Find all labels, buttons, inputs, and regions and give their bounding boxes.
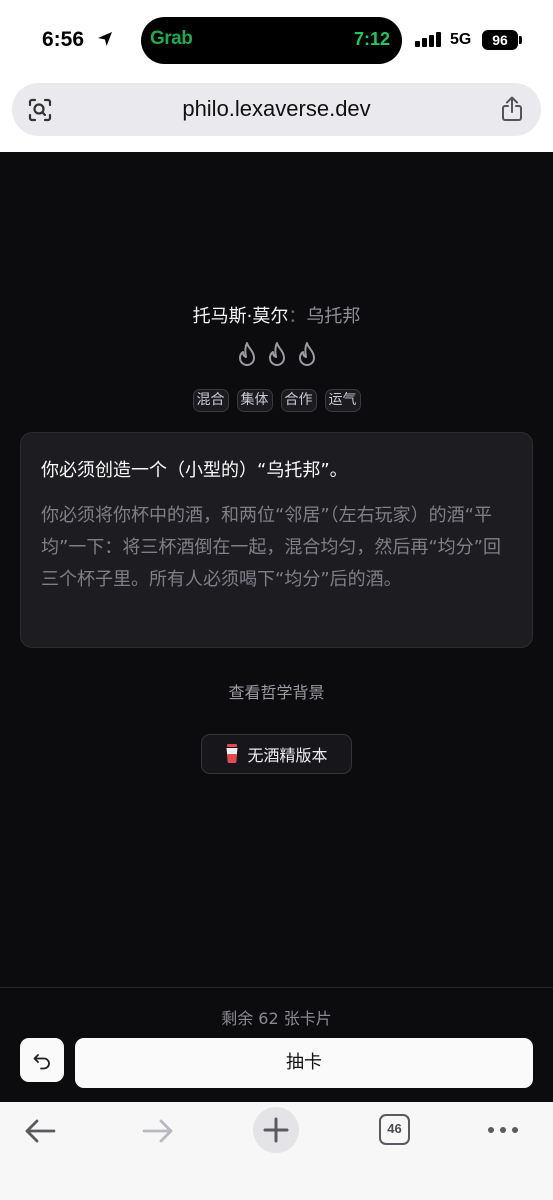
draw-card-button[interactable]: 抽卡 [75, 1038, 533, 1088]
tag: 集体 [236, 389, 273, 412]
card-view: 托马斯·莫尔：乌托邦 混合 集体 合作 运气 你必须创造一个（小型的）“乌托邦”… [0, 152, 553, 987]
dynamic-island[interactable]: Grab 7:12 [141, 17, 402, 64]
tag: 合作 [280, 389, 317, 412]
share-icon[interactable] [499, 95, 525, 123]
status-time: 6:56 [42, 28, 85, 51]
tag: 运气 [324, 389, 361, 412]
island-time: 7:12 [353, 29, 390, 49]
undo-icon [33, 1054, 50, 1070]
network-type: 5G [450, 31, 472, 48]
deck-controls: 剩余 62 张卡片 抽卡 [0, 987, 553, 1102]
more-icon[interactable] [486, 1122, 520, 1138]
non-alcoholic-label: 无酒精版本 [247, 746, 328, 765]
flame-icon [298, 342, 315, 366]
browser-toolbar: 46 [0, 1102, 553, 1200]
forward-arrow-icon[interactable] [140, 1116, 176, 1146]
battery-level: 96 [482, 30, 518, 50]
signal-icon [415, 32, 441, 47]
grab-logo: Grab [150, 28, 193, 49]
non-alcoholic-button[interactable]: 无酒精版本 [201, 734, 352, 774]
undo-button[interactable] [20, 1038, 64, 1082]
plus-icon [263, 1117, 289, 1143]
card-source: 托马斯·莫尔：乌托邦 [0, 302, 553, 328]
cup-icon [226, 744, 238, 763]
rule-card: 你必须创造一个（小型的）“乌托邦”。 你必须将你杯中的酒，和两位“邻居”（左右玩… [20, 432, 533, 648]
work-title: 乌托邦 [306, 306, 361, 327]
rule-body: 你必须将你杯中的酒，和两位“邻居”（左右玩家）的酒“平均”一下：将三杯酒倒在一起… [41, 505, 501, 590]
author-name: 托马斯·莫尔 [192, 306, 289, 327]
status-bar: 6:56 Grab 7:12 5G 96 [0, 0, 553, 82]
tag: 混合 [192, 389, 229, 412]
address-bar[interactable]: philo.lexaverse.dev [12, 83, 541, 136]
browser-chrome: 6:56 Grab 7:12 5G 96 philo.lexaverse.dev [0, 0, 553, 152]
intensity-rating [0, 340, 553, 368]
tab-switcher-button[interactable]: 46 [379, 1114, 410, 1145]
url-text[interactable]: philo.lexaverse.dev [12, 96, 541, 122]
philosophy-background-link[interactable]: 查看哲学背景 [0, 679, 553, 703]
battery-tip [519, 36, 522, 44]
remaining-count: 剩余 62 张卡片 [221, 1009, 332, 1028]
back-arrow-icon[interactable] [22, 1116, 58, 1146]
rule-title: 你必须创造一个（小型的）“乌托邦”。 [41, 460, 348, 481]
flame-icon [268, 342, 285, 366]
location-arrow-icon [98, 32, 112, 46]
tag-list: 混合 集体 合作 运气 [0, 389, 553, 412]
source-separator: ： [288, 306, 307, 327]
new-tab-button[interactable] [253, 1107, 299, 1153]
flame-icon [238, 342, 255, 366]
